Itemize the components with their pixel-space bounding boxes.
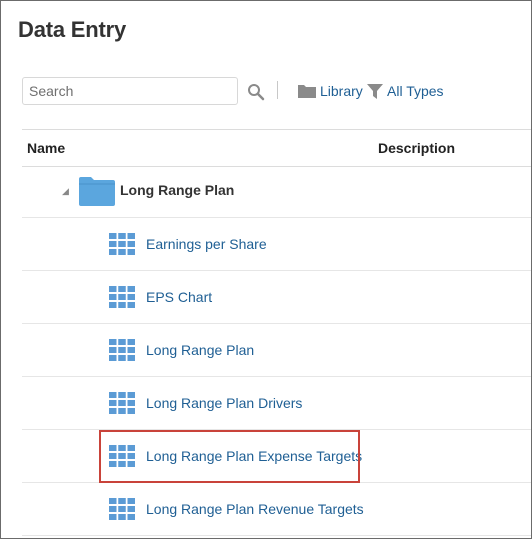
column-header-description[interactable]: Description xyxy=(378,140,455,156)
table-row[interactable]: Long Range Plan Revenue Targets xyxy=(22,483,531,536)
toolbar-divider xyxy=(277,81,278,99)
table-row-highlighted[interactable]: Long Range Plan Expense Targets xyxy=(22,430,531,483)
form-link[interactable]: Earnings per Share xyxy=(146,236,267,252)
collapse-triangle-icon[interactable]: ◢ xyxy=(62,186,69,197)
table-header: Name Description xyxy=(22,129,531,167)
table-row[interactable]: Long Range Plan Drivers xyxy=(22,377,531,430)
folder-label: Long Range Plan xyxy=(120,182,235,198)
form-grid-icon xyxy=(109,233,135,255)
folder-icon xyxy=(298,85,316,98)
form-link[interactable]: Long Range Plan Drivers xyxy=(146,395,302,411)
filter-icon xyxy=(367,83,383,99)
search-icon[interactable] xyxy=(247,83,265,101)
form-grid-icon xyxy=(109,392,135,414)
data-entry-panel: Data Entry Library All Types Name Descri… xyxy=(0,0,532,539)
table-row[interactable]: Long Range Plan xyxy=(22,324,531,377)
form-grid-icon xyxy=(109,286,135,308)
table-row-folder[interactable]: ◢ Long Range Plan xyxy=(22,165,531,218)
page-title: Data Entry xyxy=(18,17,127,42)
form-grid-icon xyxy=(109,445,135,467)
form-link[interactable]: Long Range Plan Expense Targets xyxy=(146,448,362,464)
table-body: ◢ Long Range Plan Earnings per Share EPS… xyxy=(22,165,531,536)
form-grid-icon xyxy=(109,339,135,361)
all-types-label: All Types xyxy=(387,83,444,99)
library-button[interactable]: Library xyxy=(298,83,363,99)
form-link[interactable]: Long Range Plan xyxy=(146,342,254,358)
folder-icon xyxy=(79,177,115,206)
library-label: Library xyxy=(320,83,363,99)
column-header-name[interactable]: Name xyxy=(27,140,65,156)
form-link[interactable]: Long Range Plan Revenue Targets xyxy=(146,501,364,517)
search-field[interactable] xyxy=(22,77,238,105)
form-grid-icon xyxy=(109,498,135,520)
table-row[interactable]: EPS Chart xyxy=(22,271,531,324)
form-link[interactable]: EPS Chart xyxy=(146,289,212,305)
search-input[interactable] xyxy=(23,78,229,104)
table-row[interactable]: Earnings per Share xyxy=(22,218,531,271)
all-types-filter-button[interactable]: All Types xyxy=(367,83,444,99)
